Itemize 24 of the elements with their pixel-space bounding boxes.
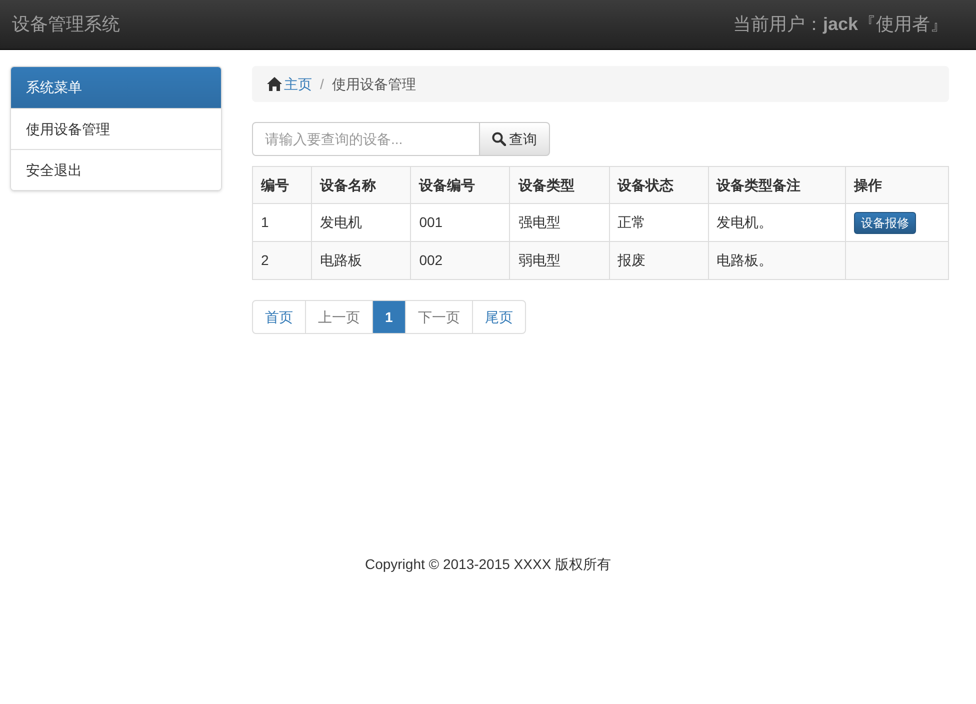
table-cell: 弱电型: [510, 242, 609, 280]
sidebar-title: 系统菜单: [11, 67, 221, 108]
search-field[interactable]: 请输入要查询的设备...: [252, 122, 480, 156]
repair-button[interactable]: 设备报修: [854, 212, 916, 234]
home-icon: [267, 77, 282, 91]
table-cell: 电路板。: [708, 242, 846, 280]
breadcrumb-current: 使用设备管理: [332, 74, 416, 94]
page-link[interactable]: 尾页: [472, 300, 526, 334]
table-cell: 报废: [609, 242, 708, 280]
copyright-text: Copyright © 2013-2015 XXXX 版权所有: [364, 555, 612, 574]
page-link[interactable]: 首页: [252, 300, 306, 334]
column-header: 编号: [252, 166, 312, 204]
breadcrumb-separator: /: [320, 74, 324, 94]
current-user-label: 当前用户：jack『使用者』: [732, 13, 948, 36]
table-cell: 2: [252, 242, 312, 280]
search-button[interactable]: 查询: [480, 122, 550, 156]
search-icon: [492, 132, 506, 146]
table-cell: 002: [410, 242, 510, 280]
sidebar-item[interactable]: 使用设备管理: [11, 108, 221, 149]
table-cell: 电路板: [312, 242, 411, 280]
home-link[interactable]: 主页: [267, 74, 312, 94]
page-link[interactable]: 1: [372, 300, 406, 334]
sidebar-item[interactable]: 安全退出: [11, 149, 221, 190]
brand-title[interactable]: 设备管理系统: [12, 11, 120, 38]
